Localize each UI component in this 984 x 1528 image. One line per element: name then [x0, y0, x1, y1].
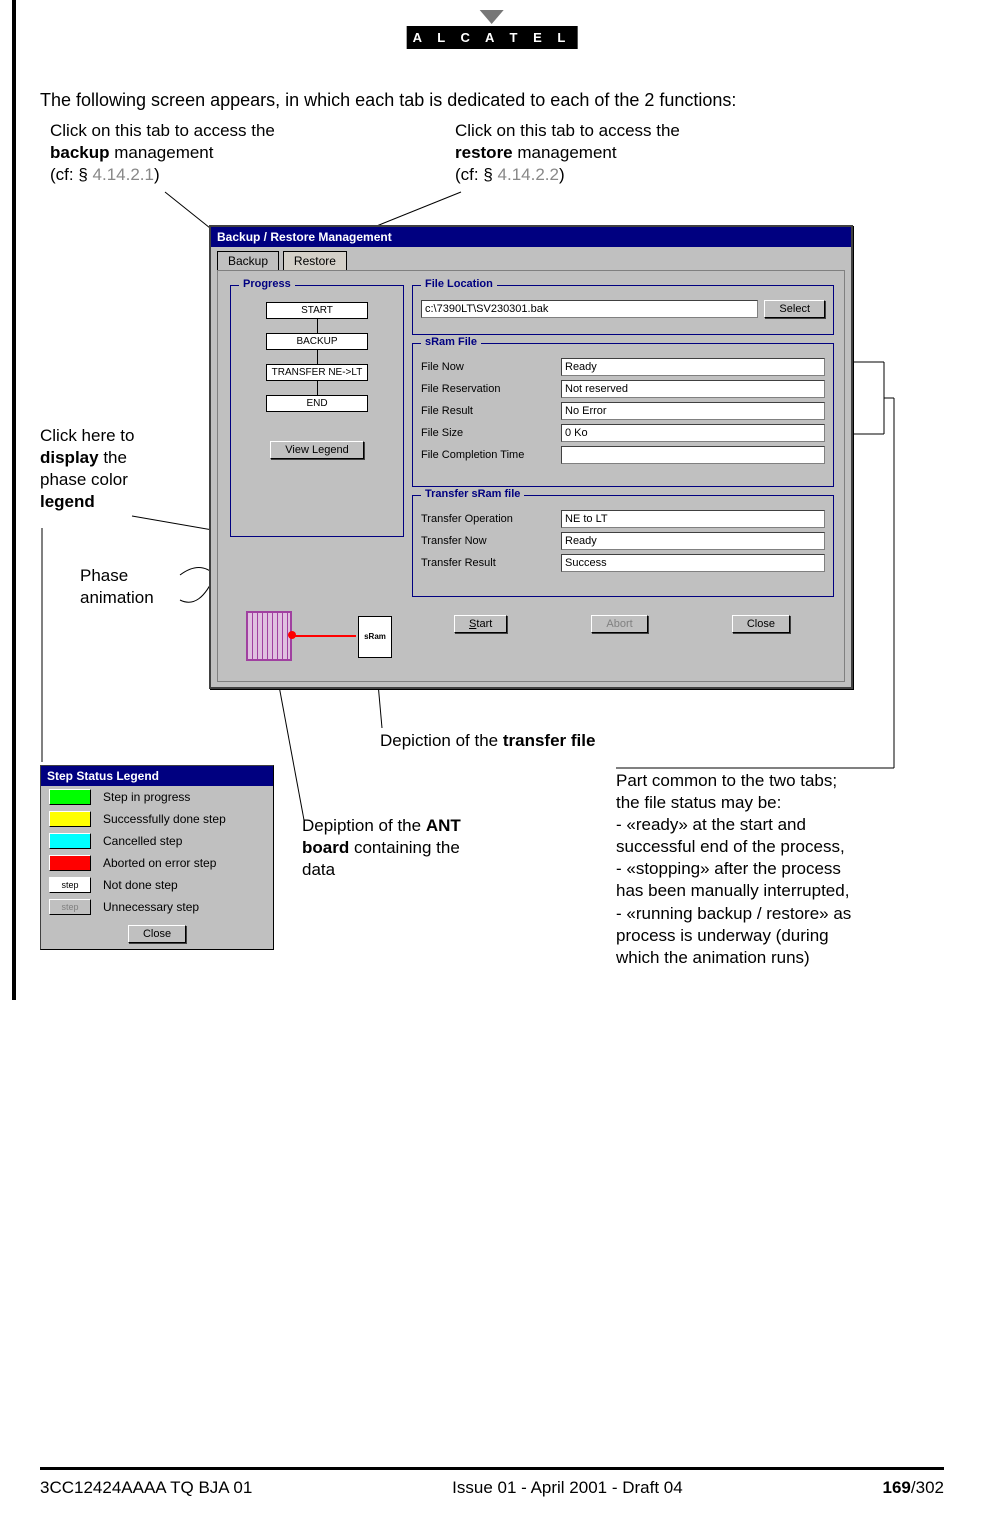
page-footer: 3CC12424AAAA TQ BJA 01 Issue 01 - April …	[40, 1467, 944, 1498]
sram-file-fieldset: sRam File File NowReady File Reservation…	[412, 343, 834, 487]
legend-grey-label: Unnecessary step	[103, 900, 199, 914]
intro-text: The following screen appears, in which e…	[40, 90, 736, 111]
transfer-result-label: Transfer Result	[421, 557, 561, 569]
swatch-yellow-icon	[49, 811, 91, 827]
page-margin-bar	[12, 0, 16, 1000]
tab-panel: Progress START BACKUP TRANSFER NE->LT EN…	[217, 270, 845, 682]
footer-page: 169/302	[883, 1478, 944, 1498]
swatch-green-icon	[49, 789, 91, 805]
annotation-restore-tab: Click on this tab to access the restore …	[455, 120, 715, 186]
progress-legend: Progress	[239, 278, 295, 290]
transfer-now-label: Transfer Now	[421, 535, 561, 547]
step-transfer: TRANSFER NE->LT	[266, 364, 368, 381]
logo-arrow-icon	[480, 10, 504, 24]
transfer-result-value: Success	[561, 554, 825, 572]
transfer-sram-fieldset: Transfer sRam file Transfer OperationNE …	[412, 495, 834, 597]
file-path-input[interactable]: c:\7390LT\SV230301.bak	[421, 300, 758, 318]
step-start: START	[266, 302, 368, 319]
logo-text: A L C A T E L	[407, 26, 578, 49]
progress-fieldset: Progress START BACKUP TRANSFER NE->LT EN…	[230, 285, 404, 537]
swatch-white-icon: step	[49, 877, 91, 893]
tab-backup[interactable]: Backup	[217, 251, 279, 270]
select-button[interactable]: Select	[764, 300, 825, 318]
file-reservation-label: File Reservation	[421, 383, 561, 395]
legend-red-label: Aborted on error step	[103, 856, 216, 870]
transfer-sram-legend: Transfer sRam file	[421, 488, 524, 500]
annotation-common-part: Part common to the two tabs; the file st…	[616, 770, 876, 969]
backup-restore-window: Backup / Restore Management Backup Resto…	[209, 225, 853, 689]
bottom-buttons: Start Abort Close	[412, 615, 832, 633]
annotation-ant-board: Depiption of the ANT board containing th…	[302, 815, 502, 881]
sram-file-icon: sRam	[358, 616, 392, 658]
file-now-value: Ready	[561, 358, 825, 376]
file-completion-value	[561, 446, 825, 464]
window-title: Backup / Restore Management	[211, 227, 851, 247]
legend-window-title: Step Status Legend	[41, 766, 273, 786]
legend-close-button[interactable]: Close	[128, 925, 186, 943]
annotation-phase-animation: Phase animation	[80, 565, 154, 609]
file-size-value: 0 Ko	[561, 424, 825, 442]
start-button[interactable]: Start	[454, 615, 507, 633]
file-result-label: File Result	[421, 405, 561, 417]
transfer-now-value: Ready	[561, 532, 825, 550]
file-completion-label: File Completion Time	[421, 449, 561, 461]
legend-white-label: Not done step	[103, 878, 178, 892]
footer-doc-id: 3CC12424AAAA TQ BJA 01	[40, 1478, 252, 1498]
file-reservation-value: Not reserved	[561, 380, 825, 398]
legend-green-label: Step in progress	[103, 790, 190, 804]
annotation-transfer-file: Depiction of the transfer file	[380, 730, 595, 752]
step-backup: BACKUP	[266, 333, 368, 350]
file-location-fieldset: File Location c:\7390LT\SV230301.bak Sel…	[412, 285, 834, 335]
file-result-value: No Error	[561, 402, 825, 420]
annotation-legend: Click here to display the phase color le…	[40, 425, 190, 513]
transfer-line-icon	[290, 635, 356, 637]
logo: A L C A T E L	[407, 10, 578, 49]
file-now-label: File Now	[421, 361, 561, 373]
step-status-legend-window: Step Status Legend Step in progress Succ…	[40, 765, 274, 950]
transfer-operation-label: Transfer Operation	[421, 513, 561, 525]
legend-cyan-label: Cancelled step	[103, 834, 182, 848]
swatch-red-icon	[49, 855, 91, 871]
legend-yellow-label: Successfully done step	[103, 812, 226, 826]
footer-issue: Issue 01 - April 2001 - Draft 04	[452, 1478, 683, 1498]
abort-button[interactable]: Abort	[591, 615, 647, 633]
tabstrip: Backup Restore	[211, 247, 851, 270]
swatch-grey-icon: step	[49, 899, 91, 915]
step-end: END	[266, 395, 368, 412]
ant-board-icon	[246, 611, 292, 661]
file-location-legend: File Location	[421, 278, 497, 290]
transfer-operation-value: NE to LT	[561, 510, 825, 528]
sram-file-legend: sRam File	[421, 336, 481, 348]
close-button[interactable]: Close	[732, 615, 790, 633]
annotation-backup-tab: Click on this tab to access the backup m…	[50, 120, 310, 186]
view-legend-button[interactable]: View Legend	[270, 441, 363, 459]
tab-restore[interactable]: Restore	[283, 251, 347, 270]
file-size-label: File Size	[421, 427, 561, 439]
swatch-cyan-icon	[49, 833, 91, 849]
